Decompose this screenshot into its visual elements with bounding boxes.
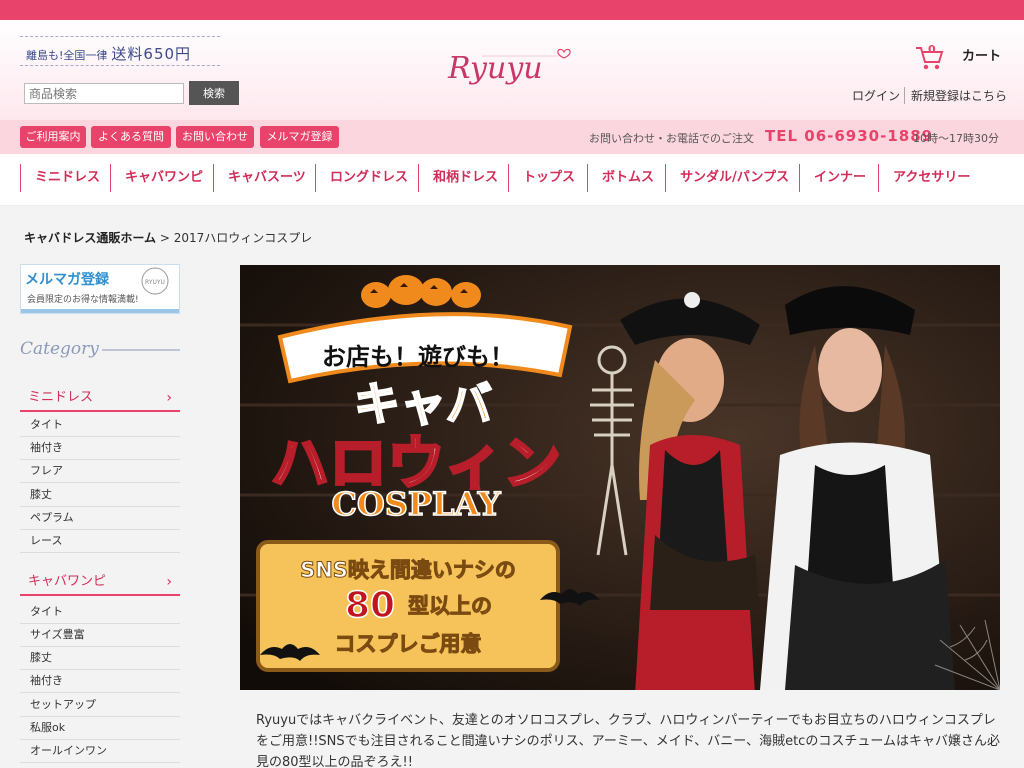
contact-label: お問い合わせ・お電話でのご注文 (589, 132, 754, 145)
sidebar-item-knee-length[interactable]: 膝丈 (20, 647, 180, 670)
sub-bar: ご利用案内 よくある質問 お問い合わせ メルマガ登録 お問い合わせ・お電話でのご… (0, 120, 1024, 154)
banner-promo-number: 80 (345, 585, 395, 626)
sidebar-item-setup[interactable]: セットアップ (20, 694, 180, 717)
banner-promo-line3: コスプレご用意 (335, 632, 482, 656)
search-button[interactable]: 検索 (189, 81, 239, 105)
category-heading-text: Category (20, 339, 99, 359)
sidebar-item-sleeves[interactable]: 袖付き (20, 670, 180, 693)
sidebar-item-knee-length[interactable]: 膝丈 (20, 484, 180, 507)
newsletter-button[interactable]: メルマガ登録 (260, 126, 339, 148)
site-logo[interactable]: Ryuyu (442, 38, 582, 94)
phone-number[interactable]: TEL 06-6930-1889 (765, 127, 933, 145)
contact-button[interactable]: お問い合わせ (176, 126, 254, 148)
cart-count-badge: 0 (928, 43, 936, 56)
sidebar-item-casual-ok[interactable]: 私服ok (20, 717, 180, 740)
nav-accessories[interactable]: アクセサリー (878, 164, 970, 192)
sidebar-section-title: ミニドレス (28, 390, 94, 405)
banner-promo-line1: SNS映え間違いナシの (300, 558, 516, 582)
newsletter-banner-title: メルマガ登録 (25, 271, 110, 288)
page-description: Ryuyuではキャバクライベント、友達とのオソロコスプレ、クラブ、ハロウィンパー… (256, 713, 1000, 768)
top-accent-bar (0, 0, 1024, 20)
login-link[interactable]: ログイン (852, 87, 900, 104)
site-header: 離島も!全国一律送料650円 検索 Ryuyu 0 カート ログイン 新規登録は… (0, 20, 1024, 120)
shipping-notice-part1: 離島も!全国一律 (26, 49, 108, 62)
breadcrumb: キャバドレス通販ホーム > 2017ハロウィンコスプレ (24, 229, 312, 246)
sidebar-section-title: キャバワンピ (28, 574, 107, 589)
chevron-right-icon: › (166, 574, 172, 590)
banner-tagline: お店も！遊びも！ (322, 343, 514, 371)
sidebar-item-many-sizes[interactable]: サイズ豊富 (20, 624, 180, 647)
nav-cabaret-onepiece[interactable]: キャバワンピ (110, 164, 203, 192)
sidebar-item-tight[interactable]: タイト (20, 601, 180, 624)
guide-button[interactable]: ご利用案内 (20, 126, 86, 148)
nav-bottoms[interactable]: ボトムス (587, 164, 654, 192)
cart-link[interactable]: カート (962, 45, 1001, 64)
breadcrumb-current: 2017ハロウィンコスプレ (173, 231, 313, 245)
sidebar-item-peplum[interactable]: ペプラム (20, 507, 180, 530)
newsletter-banner-sub: 会員限定のお得な情報満載! (27, 293, 139, 305)
faq-button[interactable]: よくある質問 (91, 126, 171, 148)
nav-japanese-dress[interactable]: 和柄ドレス (418, 164, 498, 192)
banner-title-cosplay: COSPLAY (331, 485, 501, 523)
nav-sandals-pumps[interactable]: サンダル/パンプス (665, 164, 789, 192)
sidebar-item-tight[interactable]: タイト (20, 414, 180, 437)
sidebar-section-mini-dress[interactable]: › ミニドレス (20, 384, 180, 412)
breadcrumb-home[interactable]: キャバドレス通販ホーム (24, 231, 156, 245)
newsletter-stamp: RYUYU (145, 279, 165, 286)
newsletter-banner[interactable]: メルマガ登録 会員限定のお得な情報満載! RYUYU (20, 264, 180, 314)
banner-title-cabaret: キャバ (354, 377, 492, 431)
register-link[interactable]: 新規登録はこちら (904, 87, 1007, 104)
halloween-hero-banner[interactable]: お店も！遊びも！ キャバ ハロウィン COSPLAY SNS映え間違いナシの 8… (240, 265, 1000, 690)
shipping-fee: 送料650円 (111, 45, 192, 63)
search-input[interactable] (24, 83, 184, 104)
chevron-right-icon: › (166, 390, 172, 406)
sidebar-item-flare[interactable]: フレア (20, 460, 180, 483)
category-nav: ミニドレス キャバワンピ キャバスーツ ロングドレス 和柄ドレス トップス ボト… (0, 154, 1024, 206)
sidebar-item-all-in-one[interactable]: オールインワン (20, 740, 180, 763)
nav-inner[interactable]: インナー (799, 164, 866, 192)
nav-cabaret-suit[interactable]: キャバスーツ (213, 164, 306, 192)
sidebar-section-cabaret-onepiece[interactable]: › キャバワンピ (20, 568, 180, 596)
breadcrumb-separator: > (159, 231, 170, 245)
nav-tops[interactable]: トップス (508, 164, 575, 192)
category-heading: Category (20, 334, 180, 364)
nav-mini-dress[interactable]: ミニドレス (20, 164, 100, 192)
banner-promo-line2: 型以上の (408, 594, 492, 618)
shipping-notice: 離島も!全国一律 送料650円 (20, 36, 220, 66)
sidebar-item-sleeves[interactable]: 袖付き (20, 437, 180, 460)
nav-long-dress[interactable]: ロングドレス (315, 164, 408, 192)
sidebar-item-lace[interactable]: レース (20, 530, 180, 553)
business-hours: 10時～17時30分 (913, 132, 999, 145)
